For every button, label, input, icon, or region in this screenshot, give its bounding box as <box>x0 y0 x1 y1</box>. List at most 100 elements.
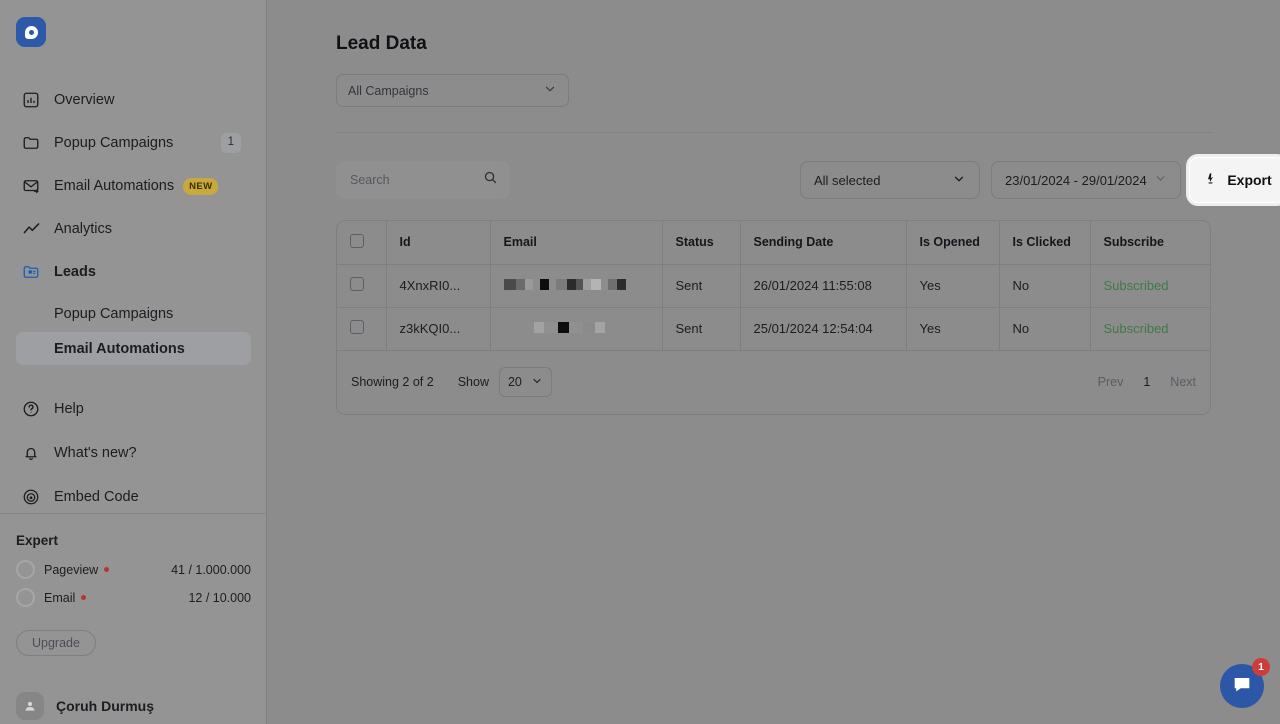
page-number-1[interactable]: 1 <box>1143 375 1150 389</box>
export-button[interactable]: Export <box>1189 157 1280 203</box>
new-badge: NEW <box>183 178 218 195</box>
campaign-filter-select[interactable]: All Campaigns <box>336 74 569 107</box>
sidebar-item-popup-campaigns[interactable]: Popup Campaigns 1 <box>16 125 251 161</box>
quota-value: 12 / 10.000 <box>188 591 251 605</box>
pagination: Prev 1 Next <box>1098 375 1196 389</box>
redacted-email <box>504 321 605 334</box>
column-header-status[interactable]: Status <box>662 221 740 264</box>
table-head: Id Email Status Sending Date Is Opened I… <box>337 221 1211 264</box>
sidebar-item-analytics[interactable]: Analytics <box>16 211 251 247</box>
column-header-is-clicked[interactable]: Is Clicked <box>999 221 1090 264</box>
table-toolbar: All selected 23/01/2024 - 29/01/2024 Exp… <box>336 161 1217 199</box>
column-header-is-opened[interactable]: Is Opened <box>906 221 999 264</box>
quota-row-email: Email 12 / 10.000 <box>16 588 251 607</box>
search-input[interactable] <box>348 172 468 188</box>
sidebar-item-leads[interactable]: Leads <box>16 254 251 290</box>
page-size-select[interactable]: 20 <box>499 367 552 397</box>
user-profile[interactable]: Çoruh Durmuş <box>16 688 251 724</box>
sidebar-item-label: Analytics <box>54 221 241 237</box>
table-header-row: Id Email Status Sending Date Is Opened I… <box>337 221 1211 264</box>
cell-is-opened: Yes <box>906 264 999 307</box>
folder-user-icon <box>20 261 42 283</box>
sidebar-item-label: Email Automations <box>54 178 174 194</box>
cell-subscribe: Subscribed <box>1090 264 1211 307</box>
sidebar-subitem-label: Popup Campaigns <box>54 306 173 322</box>
row-select-cell <box>337 264 386 307</box>
column-header-subscribe[interactable]: Subscribe <box>1090 221 1211 264</box>
next-page-button[interactable]: Next <box>1170 375 1196 389</box>
chevron-down-icon <box>531 375 543 390</box>
broadcast-icon <box>20 486 42 508</box>
select-all-header <box>337 221 386 264</box>
column-header-id[interactable]: Id <box>386 221 490 264</box>
plan-name: Expert <box>16 533 251 548</box>
chat-unread-badge: 1 <box>1252 658 1270 676</box>
alert-dot-icon <box>81 595 86 600</box>
sidebar-item-label: Help <box>54 401 241 417</box>
cell-is-clicked: No <box>999 307 1090 350</box>
search-box[interactable] <box>336 161 510 199</box>
sidebar-item-embed-code[interactable]: Embed Code <box>16 479 251 515</box>
cell-status: Sent <box>662 307 740 350</box>
cell-email <box>490 307 662 350</box>
quota-label: Pageview <box>44 563 98 577</box>
row-select-cell <box>337 307 386 350</box>
alert-dot-icon <box>104 567 109 572</box>
selected-filter-dropdown[interactable]: All selected <box>800 161 980 199</box>
date-range-picker[interactable]: 23/01/2024 - 29/01/2024 <box>991 161 1181 199</box>
trend-line-icon <box>20 218 42 240</box>
sidebar-item-email-automations[interactable]: Email Automations NEW <box>16 168 251 204</box>
main-content: Lead Data All Campaigns All selected 23/… <box>267 0 1280 724</box>
sidebar-item-whats-new[interactable]: What's new? <box>16 435 251 471</box>
sidebar: Overview Popup Campaigns 1 Email Automat… <box>0 0 267 724</box>
chart-bar-icon <box>20 89 42 111</box>
plan-usage-panel: Expert Pageview 41 / 1.000.000 Email 12 … <box>16 533 251 656</box>
cell-sending-date: 26/01/2024 11:55:08 <box>740 264 906 307</box>
table-row[interactable]: 4XnxRI0... Sent 26/01/2024 11:55:08 Yes <box>337 264 1211 307</box>
sidebar-item-label: Leads <box>54 264 241 280</box>
sidebar-item-label: Overview <box>54 92 241 108</box>
sidebar-item-help[interactable]: Help <box>16 391 251 427</box>
cell-subscribe: Subscribed <box>1090 307 1211 350</box>
avatar <box>16 692 44 720</box>
showing-count: Showing 2 of 2 <box>351 375 434 389</box>
bell-icon <box>20 442 42 464</box>
chevron-down-icon <box>952 172 966 189</box>
redacted-email <box>504 278 626 291</box>
cell-id: z3kKQI0... <box>386 307 490 350</box>
column-header-email[interactable]: Email <box>490 221 662 264</box>
select-all-checkbox[interactable] <box>350 234 364 248</box>
row-checkbox[interactable] <box>350 277 364 291</box>
app-logo[interactable] <box>16 17 46 47</box>
upgrade-button[interactable]: Upgrade <box>16 630 96 656</box>
search-icon[interactable] <box>483 170 498 190</box>
row-checkbox[interactable] <box>350 320 364 334</box>
column-header-sending-date[interactable]: Sending Date <box>740 221 906 264</box>
mail-forward-icon <box>20 175 42 197</box>
sidebar-subitem-label: Email Automations <box>54 341 185 357</box>
lead-data-table-card: Id Email Status Sending Date Is Opened I… <box>336 220 1211 415</box>
sidebar-subitem-email-automations[interactable]: Email Automations <box>16 332 251 365</box>
prev-page-button[interactable]: Prev <box>1098 375 1124 389</box>
date-range-value: 23/01/2024 - 29/01/2024 <box>1005 173 1147 188</box>
export-button-label: Export <box>1227 172 1271 188</box>
sidebar-item-label: Popup Campaigns <box>54 135 221 151</box>
table-footer: Showing 2 of 2 Show 20 Prev 1 Next <box>337 351 1210 414</box>
sidebar-item-overview[interactable]: Overview <box>16 82 251 118</box>
lead-data-table: Id Email Status Sending Date Is Opened I… <box>337 221 1211 351</box>
page-size-value: 20 <box>508 375 522 389</box>
cell-sending-date: 25/01/2024 12:54:04 <box>740 307 906 350</box>
question-circle-icon <box>20 398 42 420</box>
campaign-filter-value: All Campaigns <box>348 84 429 98</box>
table-row[interactable]: z3kKQI0... Sent 25/01/2024 12:54:04 Yes <box>337 307 1211 350</box>
sidebar-subitem-popup-campaigns[interactable]: Popup Campaigns <box>16 297 251 330</box>
sidebar-item-label: Embed Code <box>54 489 241 505</box>
quota-value: 41 / 1.000.000 <box>171 563 251 577</box>
popup-campaigns-count-badge: 1 <box>221 133 241 153</box>
cell-is-clicked: No <box>999 264 1090 307</box>
download-icon <box>1203 171 1218 190</box>
primary-nav: Overview Popup Campaigns 1 Email Automat… <box>0 82 267 367</box>
page-title: Lead Data <box>336 33 427 55</box>
selected-filter-value: All selected <box>814 173 880 188</box>
cell-status: Sent <box>662 264 740 307</box>
